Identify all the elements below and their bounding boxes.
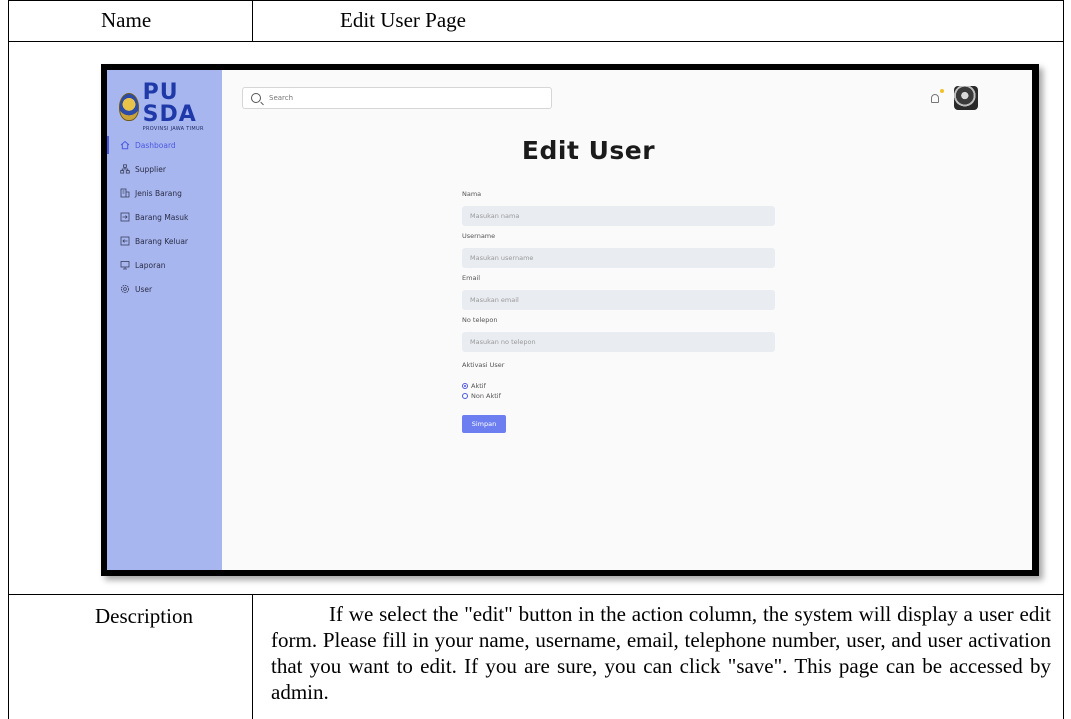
sidebar-item-barang-keluar[interactable]: Barang Keluar xyxy=(107,229,222,253)
notification-dot xyxy=(940,89,944,93)
table-border-right xyxy=(1063,0,1064,719)
name-label: Name xyxy=(101,8,152,32)
username-label: Username xyxy=(462,232,496,240)
sidebar-item-jenis-barang[interactable]: Jenis Barang xyxy=(107,181,222,205)
table-border-left xyxy=(8,0,9,719)
email-field[interactable]: Masukan email xyxy=(462,290,775,310)
name-value: Edit User Page xyxy=(340,8,466,32)
logout-icon xyxy=(120,236,130,246)
search-bar[interactable] xyxy=(242,87,552,109)
radio-non-aktif[interactable]: Non Aktif xyxy=(462,391,775,401)
username-field[interactable]: Masukan username xyxy=(462,248,775,268)
radio-aktif-label: Aktif xyxy=(471,382,486,390)
logo[interactable]: PU SDA PROVINSI JAWA TIMUR xyxy=(119,82,222,132)
gear-icon xyxy=(120,284,130,294)
app-window: PU SDA PROVINSI JAWA TIMUR Dashboard Sup… xyxy=(107,70,1032,570)
save-button[interactable]: Simpan xyxy=(462,415,506,433)
avatar[interactable] xyxy=(954,86,978,110)
table-divider-bottom xyxy=(252,594,253,719)
sidebar-item-user[interactable]: User xyxy=(107,277,222,301)
login-icon xyxy=(120,212,130,222)
sidebar-item-barang-masuk[interactable]: Barang Masuk xyxy=(107,205,222,229)
radio-non-aktif-label: Non Aktif xyxy=(471,392,501,400)
logo-sub: PROVINSI JAWA TIMUR xyxy=(142,126,204,132)
search-input[interactable] xyxy=(267,93,551,103)
description-label: Description xyxy=(95,604,193,628)
description-paragraph: If we select the "edit" button in the ac… xyxy=(271,602,1051,704)
edit-user-form: Nama Masukan nama Username Masukan usern… xyxy=(462,184,775,433)
bell-icon[interactable] xyxy=(931,94,939,103)
sitemap-icon xyxy=(120,164,130,174)
nama-field[interactable]: Masukan nama xyxy=(462,206,775,226)
nama-label: Nama xyxy=(462,190,482,198)
phone-field[interactable]: Masukan no telepon xyxy=(462,332,775,352)
search-icon xyxy=(251,93,261,103)
sidebar-item-laporan[interactable]: Laporan xyxy=(107,253,222,277)
table-border-top xyxy=(8,0,1064,1)
logo-text: PU SDA PROVINSI JAWA TIMUR xyxy=(143,82,222,132)
table-border-row1 xyxy=(8,41,1064,42)
radio-button-checked[interactable] xyxy=(462,383,468,389)
emblem-icon xyxy=(119,93,139,121)
page-title: Edit User xyxy=(521,136,656,165)
sidebar-item-label: Laporan xyxy=(135,260,166,270)
table-border-row2 xyxy=(8,594,1064,595)
table-divider-top xyxy=(252,0,253,41)
sidebar-item-label: Barang Keluar xyxy=(135,236,188,246)
sidebar-item-label: Supplier xyxy=(135,164,166,174)
description-text: If we select the "edit" button in the ac… xyxy=(271,601,1051,705)
radio-aktif[interactable]: Aktif xyxy=(462,381,775,391)
app-screenshot: PU SDA PROVINSI JAWA TIMUR Dashboard Sup… xyxy=(101,64,1039,576)
report-icon xyxy=(120,260,130,270)
email-label: Email xyxy=(462,274,481,282)
radio-button-unchecked[interactable] xyxy=(462,393,468,399)
activation-label: Aktivasi User xyxy=(462,361,505,369)
sidebar-item-label: Barang Masuk xyxy=(135,212,189,222)
sidebar-item-label: User xyxy=(135,284,153,294)
phone-label: No telepon xyxy=(462,316,498,324)
logo-main: PU SDA xyxy=(142,80,197,127)
box-icon xyxy=(120,188,130,198)
sidebar-item-label: Jenis Barang xyxy=(135,188,182,198)
